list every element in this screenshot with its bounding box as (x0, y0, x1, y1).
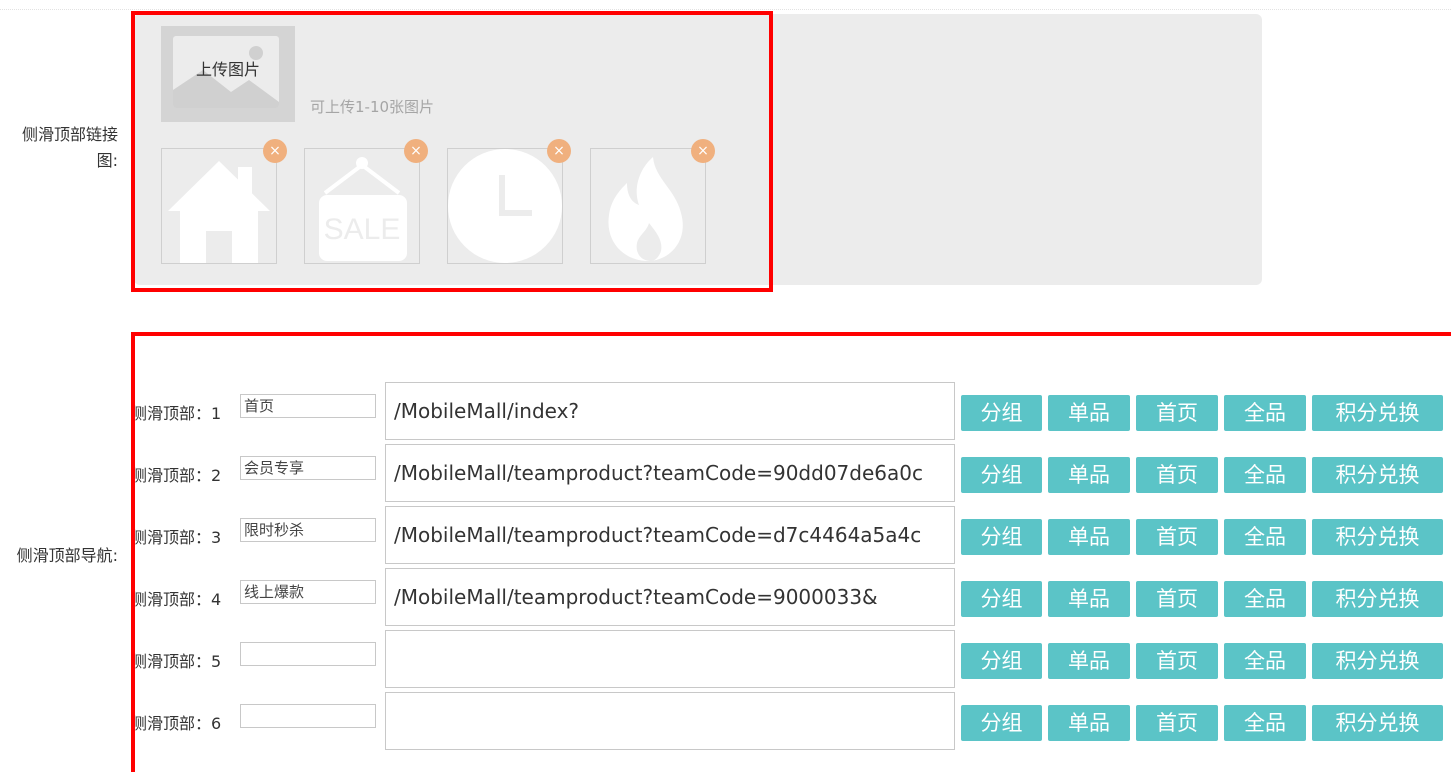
nav-name-input[interactable]: 线上爆款 (240, 580, 376, 604)
points-exchange-button[interactable]: 积分兑换 (1312, 519, 1443, 555)
nav-name-input[interactable] (240, 642, 376, 666)
upload-section-label-text: 侧滑顶部链接图: (21, 125, 118, 170)
all-products-button[interactable]: 全品 (1224, 519, 1306, 555)
close-icon: × (697, 143, 709, 159)
delete-thumbnail-1-button[interactable]: × (263, 139, 287, 163)
home-page-button[interactable]: 首页 (1136, 581, 1218, 617)
delete-thumbnail-3-button[interactable]: × (547, 139, 571, 163)
nav-name-input[interactable]: 会员专享 (240, 456, 376, 480)
sale-text: SALE (324, 213, 401, 246)
all-products-button[interactable]: 全品 (1224, 643, 1306, 679)
all-products-button[interactable]: 全品 (1224, 581, 1306, 617)
single-product-button[interactable]: 单品 (1048, 643, 1130, 679)
delete-thumbnail-4-button[interactable]: × (691, 139, 715, 163)
points-exchange-button[interactable]: 积分兑换 (1312, 643, 1443, 679)
nav-url-input[interactable] (385, 630, 955, 688)
thumbnail-sale[interactable]: SALE (304, 148, 420, 264)
thumbnail-house[interactable] (161, 148, 277, 264)
nav-url-input[interactable]: /MobileMall/teamproduct?teamCode=9000033… (385, 568, 955, 626)
top-divider (0, 9, 1451, 10)
delete-thumbnail-2-button[interactable]: × (404, 139, 428, 163)
points-exchange-button[interactable]: 积分兑换 (1312, 581, 1443, 617)
points-exchange-button[interactable]: 积分兑换 (1312, 705, 1443, 741)
nav-url-input[interactable]: /MobileMall/teamproduct?teamCode=d7c4464… (385, 506, 955, 564)
clock-icon (448, 149, 562, 263)
thumbnail-flame[interactable] (590, 148, 706, 264)
group-button[interactable]: 分组 (961, 705, 1042, 741)
all-products-button[interactable]: 全品 (1224, 395, 1306, 431)
nav-url-input[interactable]: /MobileMall/index? (385, 382, 955, 440)
upload-section-label: 侧滑顶部链接图: (10, 122, 118, 174)
home-page-button[interactable]: 首页 (1136, 705, 1218, 741)
single-product-button[interactable]: 单品 (1048, 395, 1130, 431)
nav-name-input[interactable]: 限时秒杀 (240, 518, 376, 542)
single-product-button[interactable]: 单品 (1048, 519, 1130, 555)
single-product-button[interactable]: 单品 (1048, 705, 1130, 741)
thumbnail-clock[interactable] (447, 148, 563, 264)
nav-url-input[interactable] (385, 692, 955, 750)
nav-row-label: 侧滑顶部：4 (131, 590, 222, 609)
nav-row-label: 侧滑顶部：2 (131, 466, 222, 485)
upload-button-label: 上传图片 (195, 60, 260, 79)
group-button[interactable]: 分组 (961, 643, 1042, 679)
nav-url-input[interactable]: /MobileMall/teamproduct?teamCode=90dd07d… (385, 444, 955, 502)
close-icon: × (269, 143, 281, 159)
nav-row-label: 侧滑顶部：6 (131, 714, 222, 733)
single-product-button[interactable]: 单品 (1048, 457, 1130, 493)
house-icon (168, 161, 270, 263)
nav-row-label: 侧滑顶部：5 (131, 652, 222, 671)
home-page-button[interactable]: 首页 (1136, 519, 1218, 555)
sale-sign-icon: SALE (319, 157, 407, 261)
close-icon: × (410, 143, 422, 159)
nav-name-input[interactable]: 首页 (240, 394, 376, 418)
upload-hint: 可上传1-10张图片 (310, 98, 435, 116)
nav-row-label: 侧滑顶部：1 (131, 404, 222, 423)
group-button[interactable]: 分组 (961, 457, 1042, 493)
close-icon: × (553, 143, 565, 159)
home-page-button[interactable]: 首页 (1136, 457, 1218, 493)
all-products-button[interactable]: 全品 (1224, 705, 1306, 741)
home-page-button[interactable]: 首页 (1136, 643, 1218, 679)
flame-icon (608, 157, 683, 261)
group-button[interactable]: 分组 (961, 395, 1042, 431)
upload-image-button[interactable]: 上传图片 (161, 26, 295, 122)
nav-section-label: 侧滑顶部导航: (10, 543, 118, 569)
home-page-button[interactable]: 首页 (1136, 395, 1218, 431)
nav-name-input[interactable] (240, 704, 376, 728)
points-exchange-button[interactable]: 积分兑换 (1312, 395, 1443, 431)
all-products-button[interactable]: 全品 (1224, 457, 1306, 493)
nav-row-label: 侧滑顶部：3 (131, 528, 222, 547)
group-button[interactable]: 分组 (961, 519, 1042, 555)
points-exchange-button[interactable]: 积分兑换 (1312, 457, 1443, 493)
single-product-button[interactable]: 单品 (1048, 581, 1130, 617)
group-button[interactable]: 分组 (961, 581, 1042, 617)
nav-section-label-text: 侧滑顶部导航: (16, 546, 118, 565)
